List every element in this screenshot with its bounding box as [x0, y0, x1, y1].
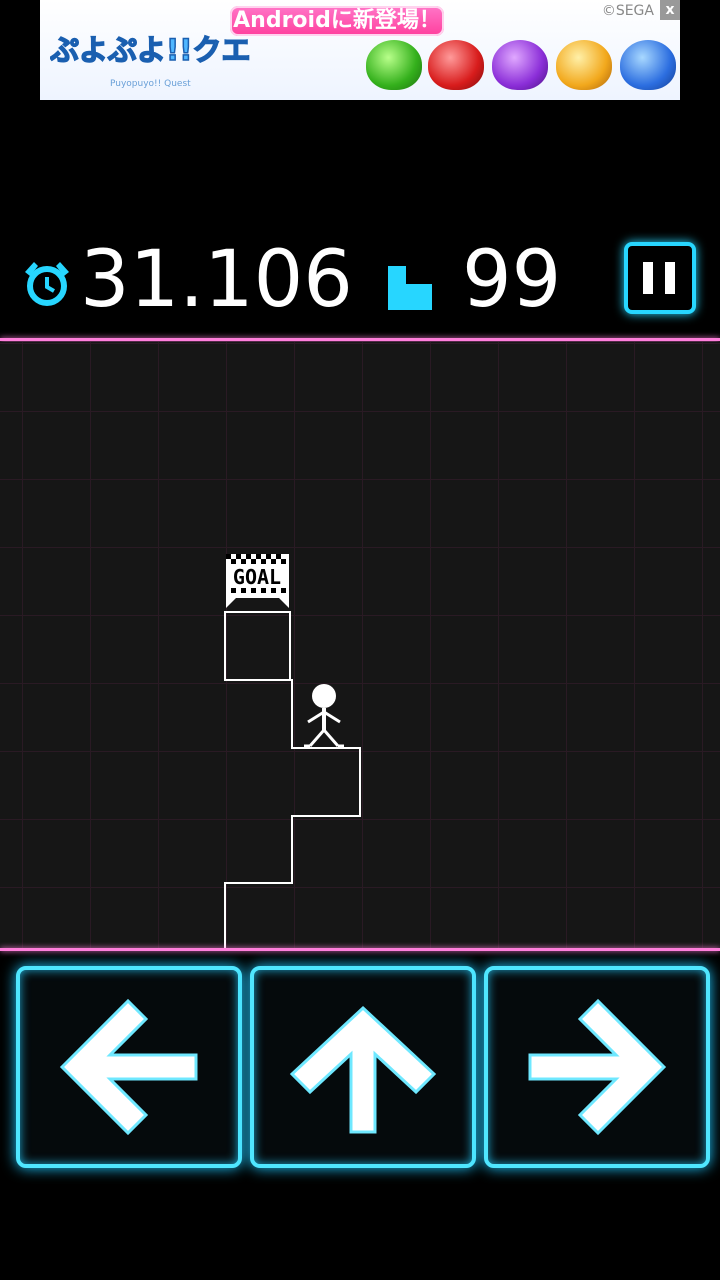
pause-icon-bar	[665, 262, 675, 294]
game-board: GOAL	[0, 342, 720, 948]
block-icon	[388, 266, 432, 310]
arrow-right-icon	[528, 998, 667, 1136]
goal-flag-icon: GOAL	[226, 554, 289, 608]
pause-button[interactable]	[624, 242, 696, 314]
arrow-left-icon	[59, 998, 198, 1136]
hud-bar: 31.106 99	[0, 230, 720, 330]
ad-headline: Androidに新登場！	[230, 6, 444, 36]
stick-figure-player	[304, 684, 344, 748]
ad-copyright: ©SEGA	[601, 3, 654, 19]
bottom-divider	[0, 948, 720, 951]
right-button[interactable]	[484, 966, 710, 1168]
left-button[interactable]	[16, 966, 242, 1168]
ad-subtitle: Puyopuyo!! Quest	[110, 79, 191, 89]
jump-button[interactable]	[250, 966, 476, 1168]
block-count: 99	[462, 235, 562, 325]
yellow-puyo-icon	[556, 40, 612, 90]
ad-banner[interactable]: ぷよぷよ!!クエスト Puyopuyo!! Quest Androidに新登場！…	[40, 0, 680, 100]
green-puyo-icon	[366, 40, 422, 90]
arrow-up-icon	[289, 1005, 437, 1134]
ad-logo: ぷよぷよ!!クエスト Puyopuyo!! Quest	[50, 32, 250, 89]
ad-close-button[interactable]: x	[660, 0, 680, 20]
blue-puyo-icon	[620, 40, 676, 90]
ad-title: ぷよぷよ!!クエスト	[50, 33, 250, 67]
red-puyo-icon	[428, 40, 484, 90]
pause-icon	[643, 262, 653, 294]
purple-puyo-icon	[492, 40, 548, 90]
top-divider	[0, 338, 720, 341]
timer-value: 31.106	[80, 235, 353, 325]
goal-label: GOAL	[233, 565, 281, 589]
alarm-clock-icon	[25, 262, 69, 306]
staircase-outline	[224, 611, 361, 948]
